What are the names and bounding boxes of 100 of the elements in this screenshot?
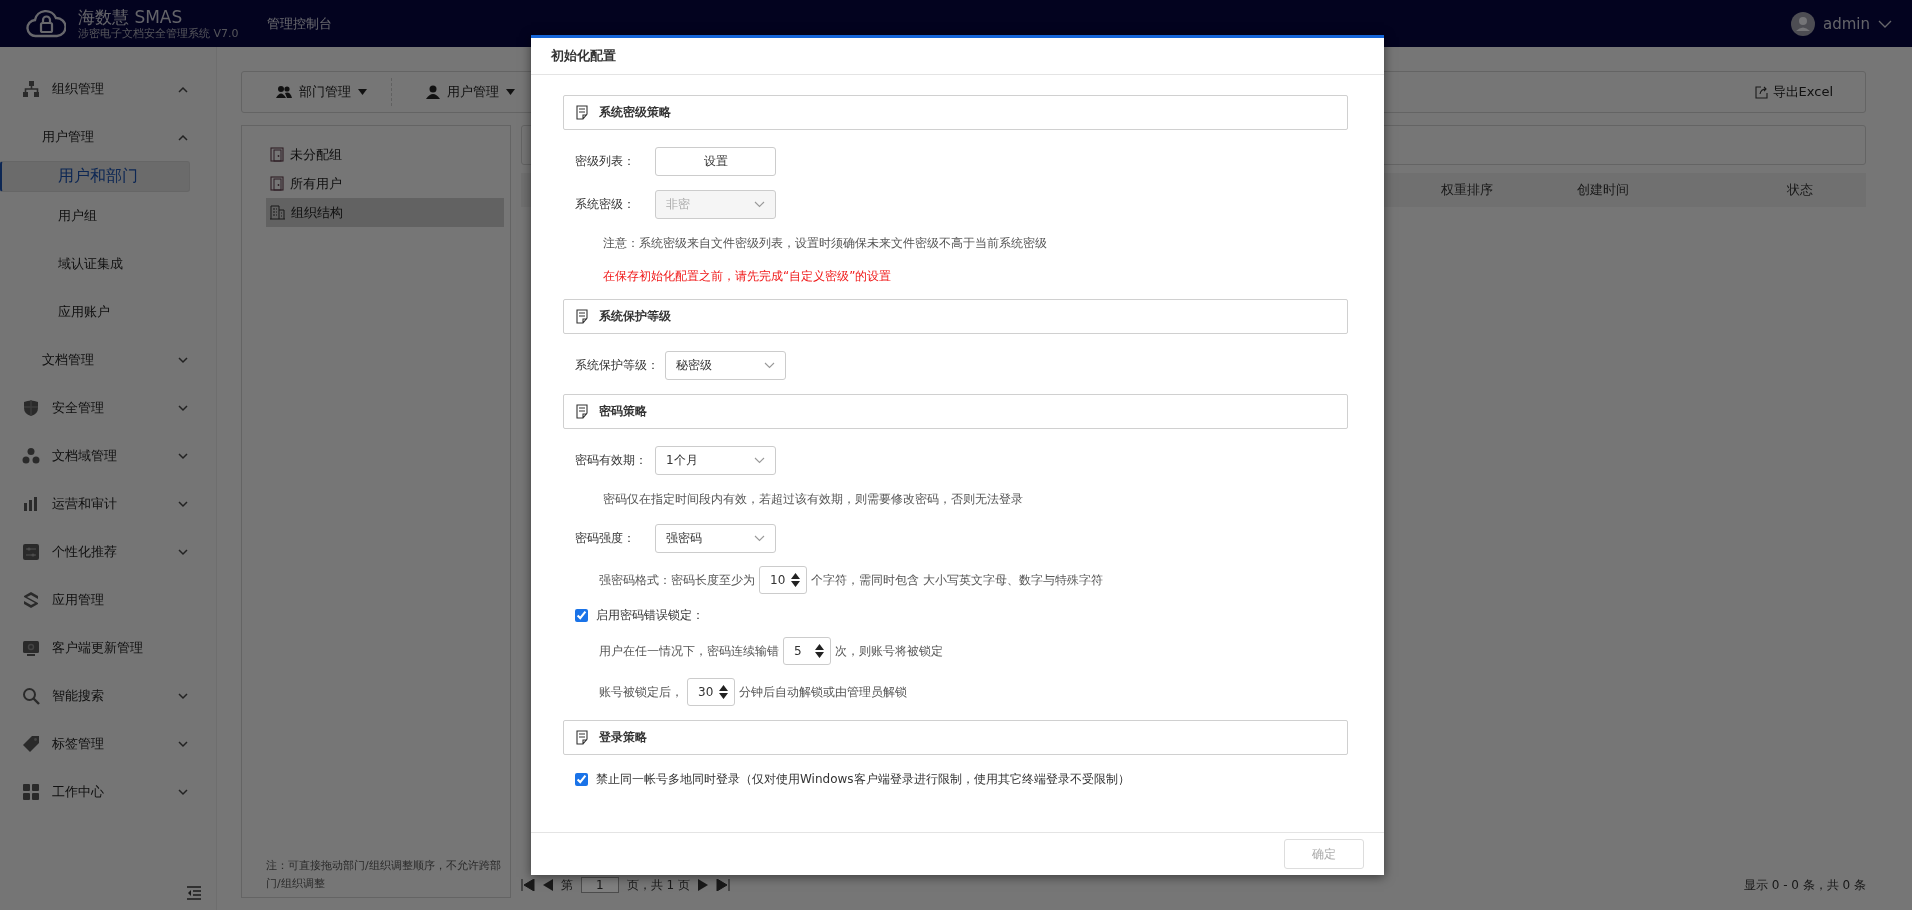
search-icon — [22, 687, 40, 705]
first-page-icon[interactable] — [521, 879, 535, 891]
sidebar-item[interactable]: 用户组 — [0, 192, 210, 240]
users-icon — [276, 85, 292, 99]
chevron-down-icon — [754, 200, 765, 208]
column-header[interactable]: 创建时间 — [1577, 181, 1787, 199]
page-count: 页，共 1 页 — [626, 876, 690, 894]
field-label: 密码强度： — [575, 529, 636, 547]
document-icon — [576, 309, 589, 324]
brand-subtitle: 涉密电子文档安全管理系统 V7.0 — [78, 26, 239, 41]
hint-text: 注意：系统密级来自文件密级列表，设置时须确保未来文件密级不高于当前系统密级 — [602, 235, 1048, 252]
stepper-arrows-icon — [719, 685, 728, 699]
sidebar-item-label: 标签管理 — [52, 735, 105, 753]
next-page-icon[interactable] — [697, 879, 708, 891]
sidebar-item[interactable]: 用户管理 — [0, 113, 210, 161]
column-header[interactable]: 状态 — [1787, 181, 1813, 199]
export-icon — [1754, 85, 1768, 99]
section-title: 登录策略 — [599, 729, 647, 746]
document-icon — [576, 404, 589, 419]
tree-note: 注：可直接拖动部门/组织调整顺序，不允许跨部门/组织调整 — [266, 858, 502, 892]
stepper-suffix: 个字符，需同时包含 大小写英文字母、数字与特殊字符 — [811, 571, 1103, 589]
checkbox[interactable] — [575, 773, 588, 786]
sidebar-item[interactable]: 文档域管理 — [0, 432, 210, 480]
chevron-down-icon — [764, 361, 775, 369]
sidebar-item-label: 应用管理 — [52, 591, 105, 609]
sidebar-item[interactable]: 运营和审计 — [0, 480, 210, 528]
shield-icon — [22, 399, 40, 417]
tree-item[interactable]: 未分配组 — [266, 140, 504, 169]
previous-page-icon[interactable] — [543, 879, 553, 891]
sidebar-item-label: 组织管理 — [52, 80, 105, 98]
column-header[interactable]: 权重排序 — [1441, 181, 1577, 199]
page-label: 第 — [561, 876, 573, 894]
monitor-gear-icon — [22, 639, 40, 657]
console-title: 管理控制台 — [266, 14, 332, 33]
cube-icon — [22, 591, 40, 609]
sidebar-item-label: 个性化推荐 — [52, 543, 118, 561]
sidebar-item[interactable]: 域认证集成 — [0, 240, 210, 288]
sidebar-item[interactable]: 工作中心 — [0, 768, 210, 816]
sidebar-item[interactable]: 文档管理 — [0, 336, 210, 384]
stepper-label: 用户在任一情况下，密码连续输错 — [599, 642, 779, 660]
tag-icon — [22, 735, 40, 753]
org-chart-icon — [22, 80, 40, 98]
dropdown[interactable]: 强密码 — [655, 523, 776, 553]
sidebar-item-label: 用户和部门 — [58, 166, 139, 187]
sidebar-item[interactable]: 用户和部门 — [0, 161, 190, 192]
toolbar-menu[interactable]: 部门管理 — [242, 78, 392, 106]
bar-chart-icon — [22, 495, 40, 513]
export-button[interactable]: 导出Excel — [1748, 82, 1839, 102]
sidebar-item-label: 文档管理 — [42, 351, 95, 369]
checkbox[interactable] — [575, 609, 588, 622]
chevron-down-icon[interactable] — [1878, 18, 1892, 29]
sidebar-item[interactable]: 安全管理 — [0, 384, 210, 432]
stepper-label: 强密码格式：密码长度至少为 — [599, 571, 755, 589]
field-label: 系统保护等级： — [575, 356, 659, 374]
circles-icon — [22, 447, 40, 465]
page-input[interactable]: 1 — [581, 877, 619, 893]
sidebar-item-label: 用户管理 — [42, 128, 95, 146]
tree-item[interactable]: 所有用户 — [266, 169, 504, 198]
number-stepper[interactable]: 30 — [687, 678, 735, 706]
sliders-icon — [22, 543, 40, 561]
sidebar-item-label: 安全管理 — [52, 399, 105, 417]
chevron-down-icon — [754, 456, 765, 464]
user-icon — [426, 85, 440, 99]
record-summary: 显示 0 - 0 条，共 0 条 — [1743, 876, 1866, 894]
number-stepper[interactable]: 5 — [783, 637, 831, 665]
sidebar-item-label: 用户组 — [58, 207, 98, 225]
caret-icon — [358, 89, 367, 95]
sidebar-item-label: 运营和审计 — [52, 495, 118, 513]
section-title: 系统密级策略 — [599, 104, 671, 121]
user-name[interactable]: admin — [1823, 14, 1870, 33]
field-label: 密码有效期： — [575, 451, 648, 469]
sidebar-item-label: 域认证集成 — [58, 255, 124, 273]
sidebar-item-label: 客户端更新管理 — [52, 639, 144, 657]
section-title: 系统保护等级 — [599, 308, 671, 325]
door-icon — [270, 176, 284, 191]
sidebar-item[interactable]: 组织管理 — [0, 65, 210, 113]
field-label: 系统密级： — [575, 195, 636, 213]
sidebar-item[interactable]: 智能搜索 — [0, 672, 210, 720]
building-icon — [270, 205, 285, 220]
chevron-down-icon — [754, 534, 765, 542]
field-label: 密级列表： — [575, 152, 636, 170]
document-icon — [576, 730, 589, 745]
number-stepper[interactable]: 10 — [759, 566, 807, 594]
stepper-suffix: 次，则账号将被锁定 — [835, 642, 943, 660]
tree-item[interactable]: 组织结构 — [266, 198, 504, 227]
sidebar-item[interactable]: 应用管理 — [0, 576, 210, 624]
last-page-icon[interactable] — [715, 879, 730, 891]
sidebar-item[interactable]: 个性化推荐 — [0, 528, 210, 576]
dropdown[interactable]: 1个月 — [655, 445, 776, 475]
sidebar-item[interactable]: 应用账户 — [0, 288, 210, 336]
sidebar-item[interactable]: 客户端更新管理 — [0, 624, 210, 672]
collapse-menu-icon[interactable] — [186, 886, 202, 900]
sidebar-item-label: 文档域管理 — [52, 447, 118, 465]
sidebar-item[interactable]: 标签管理 — [0, 720, 210, 768]
door-icon — [270, 147, 284, 162]
sidebar-item-label: 智能搜索 — [52, 687, 105, 705]
settings-button[interactable]: 设置 — [655, 146, 776, 176]
stepper-label: 账号被锁定后， — [599, 683, 683, 701]
avatar-icon[interactable] — [1791, 11, 1815, 36]
dropdown[interactable]: 秘密级 — [665, 350, 786, 380]
